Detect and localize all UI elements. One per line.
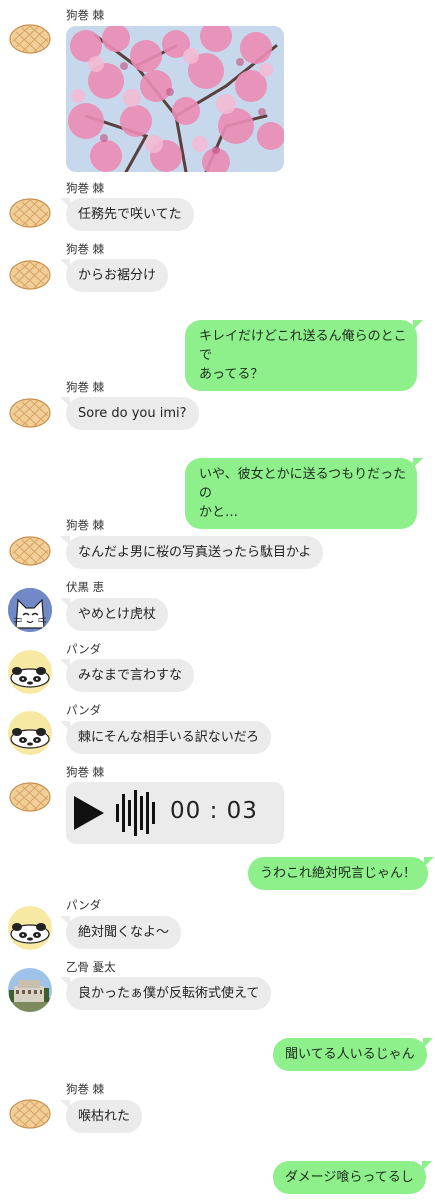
sender-name: 乙骨 憂太 [66,960,116,974]
message-bubble-outgoing[interactable]: ダメージ喰らってるし [273,1161,432,1194]
panda-icon [8,711,52,755]
message-bubble-incoming[interactable]: 絶対聞くなよ〜 [59,916,182,949]
sender-avatar-cat[interactable] [8,588,52,632]
message-bubble-outgoing[interactable]: 聞いてる人いるじゃん [273,1038,433,1071]
melon-pan-icon [8,14,52,58]
sakura-image [66,26,284,172]
sender-name: 狗巻 棘 [66,242,105,256]
sender-name: 狗巻 棘 [66,1082,105,1096]
sender-avatar-panda[interactable] [8,711,52,755]
sender-name: 狗巻 棘 [66,380,105,394]
melon-pan-icon [8,250,52,294]
message-bubble-incoming[interactable]: なんだよ男に桜の写真送ったら駄目かよ [59,536,324,569]
melon-pan-icon [8,1089,52,1133]
white-cat-icon [8,588,52,632]
melon-pan-icon [8,188,52,232]
sender-name: 狗巻 棘 [66,181,105,195]
sender-name: 狗巻 棘 [66,765,105,779]
sender-avatar-melon-pan[interactable] [8,772,52,816]
sender-name: パンダ [66,898,102,912]
sakura-photo[interactable] [66,26,284,172]
sender-avatar-panda[interactable] [8,650,52,694]
sender-avatar-melon-pan[interactable] [8,188,52,232]
sender-avatar-melon-pan[interactable] [8,250,52,294]
melon-pan-icon [8,526,52,570]
sender-name: 伏黒 恵 [66,580,105,594]
voice-message[interactable]: 00 : 03 [66,782,284,844]
sender-avatar-melon-pan[interactable] [8,1089,52,1133]
message-bubble-incoming[interactable]: 喉枯れた [59,1100,143,1133]
sender-avatar-melon-pan[interactable] [8,526,52,570]
sender-avatar-building[interactable] [8,968,52,1012]
sender-name: 狗巻 棘 [66,518,105,532]
message-bubble-outgoing[interactable]: いや、彼女とかに送るつもりだったの かと… [185,458,423,529]
panda-icon [8,650,52,694]
melon-pan-icon [8,772,52,816]
sender-name: 狗巻 棘 [66,8,105,22]
message-bubble-incoming[interactable]: からお裾分け [59,259,169,292]
message-bubble-outgoing[interactable]: キレイだけどこれ送るん俺らのとこで あってる？ [185,320,423,391]
message-bubble-incoming[interactable]: みなまで言わすな [59,659,195,692]
sender-name: パンダ [66,642,102,656]
sender-avatar-melon-pan[interactable] [8,388,52,432]
message-bubble-incoming[interactable]: 棘にそんな相手いる訳ないだろ [60,721,271,754]
message-bubble-incoming[interactable]: Sore do you imi? [60,397,199,430]
message-bubble-incoming[interactable]: 良かったぁ僕が反転術式使えて [59,977,272,1010]
voice-duration: 00 : 03 [170,798,258,824]
message-bubble-outgoing[interactable]: うわこれ絶対呪言じゃん！ [248,857,435,890]
message-bubble-incoming[interactable]: 任務先で咲いてた [60,198,194,231]
message-bubble-incoming[interactable]: やめとけ虎杖 [59,598,169,631]
melon-pan-icon [8,388,52,432]
building-photo-icon [8,968,52,1012]
sender-name: パンダ [66,703,102,717]
waveform-icon [116,790,155,836]
play-icon[interactable] [74,796,104,830]
sender-avatar-panda[interactable] [8,906,52,950]
sender-avatar-melon-pan[interactable] [8,14,52,58]
panda-icon [8,906,52,950]
